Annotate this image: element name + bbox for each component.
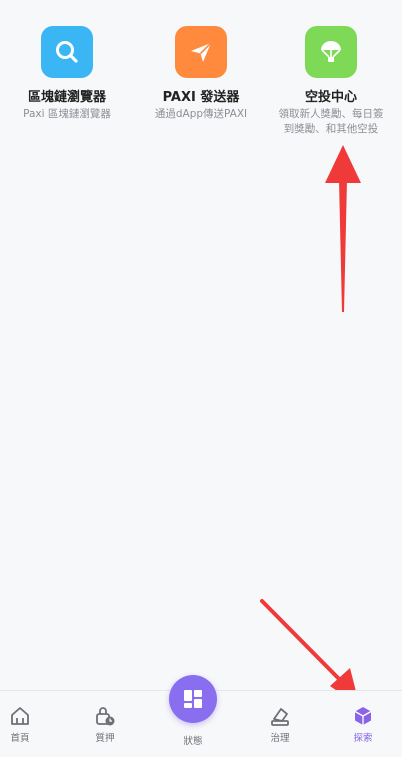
tile-title: 空投中心 xyxy=(304,90,357,105)
tab-governance[interactable]: 治理 xyxy=(240,691,320,757)
tile-title: PAXI 發送器 xyxy=(162,90,240,105)
tile-description: 領取新人獎勵、每日簽到獎勵、和其他空投 xyxy=(278,108,384,135)
eraser-icon xyxy=(269,705,291,727)
tile-description: Paxi 區塊鏈瀏覽器 xyxy=(23,108,111,120)
lock-clock-icon xyxy=(94,705,116,727)
parachute-icon xyxy=(305,26,357,78)
tab-home[interactable]: 首頁 xyxy=(0,691,60,757)
tab-stake[interactable]: 質押 xyxy=(65,691,145,757)
tile-title: 區塊鏈瀏覽器 xyxy=(27,90,106,105)
tab-label: 探索 xyxy=(353,733,373,744)
tile-airdrop-center[interactable]: 空投中心 領取新人獎勵、每日簽到獎勵、和其他空投 xyxy=(264,26,398,137)
cube-icon xyxy=(352,705,374,727)
arrow-up-annotation xyxy=(325,145,361,312)
tab-label: 治理 xyxy=(270,733,290,744)
dapp-grid: 區塊鏈瀏覽器 Paxi 區塊鏈瀏覽器 PAXI 發送器 通過dApp傳送PAXI… xyxy=(0,26,402,146)
dashboard-icon xyxy=(184,690,202,708)
tile-blockchain-explorer[interactable]: 區塊鏈瀏覽器 Paxi 區塊鏈瀏覽器 xyxy=(0,26,134,122)
tab-explore[interactable]: 探索 xyxy=(323,691,402,757)
bottom-tab-bar: 首頁 質押 狀態 治理 探索 xyxy=(0,675,402,757)
search-icon xyxy=(41,26,93,78)
tab-label: 首頁 xyxy=(10,733,30,744)
tile-paxi-sender[interactable]: PAXI 發送器 通過dApp傳送PAXI xyxy=(134,26,268,122)
tile-description: 通過dApp傳送PAXI xyxy=(154,108,248,120)
tab-label: 質押 xyxy=(95,733,115,744)
home-icon xyxy=(9,705,31,727)
paper-plane-icon xyxy=(175,26,227,78)
status-button[interactable] xyxy=(169,675,217,723)
tab-label-status: 狀態 xyxy=(183,736,203,747)
